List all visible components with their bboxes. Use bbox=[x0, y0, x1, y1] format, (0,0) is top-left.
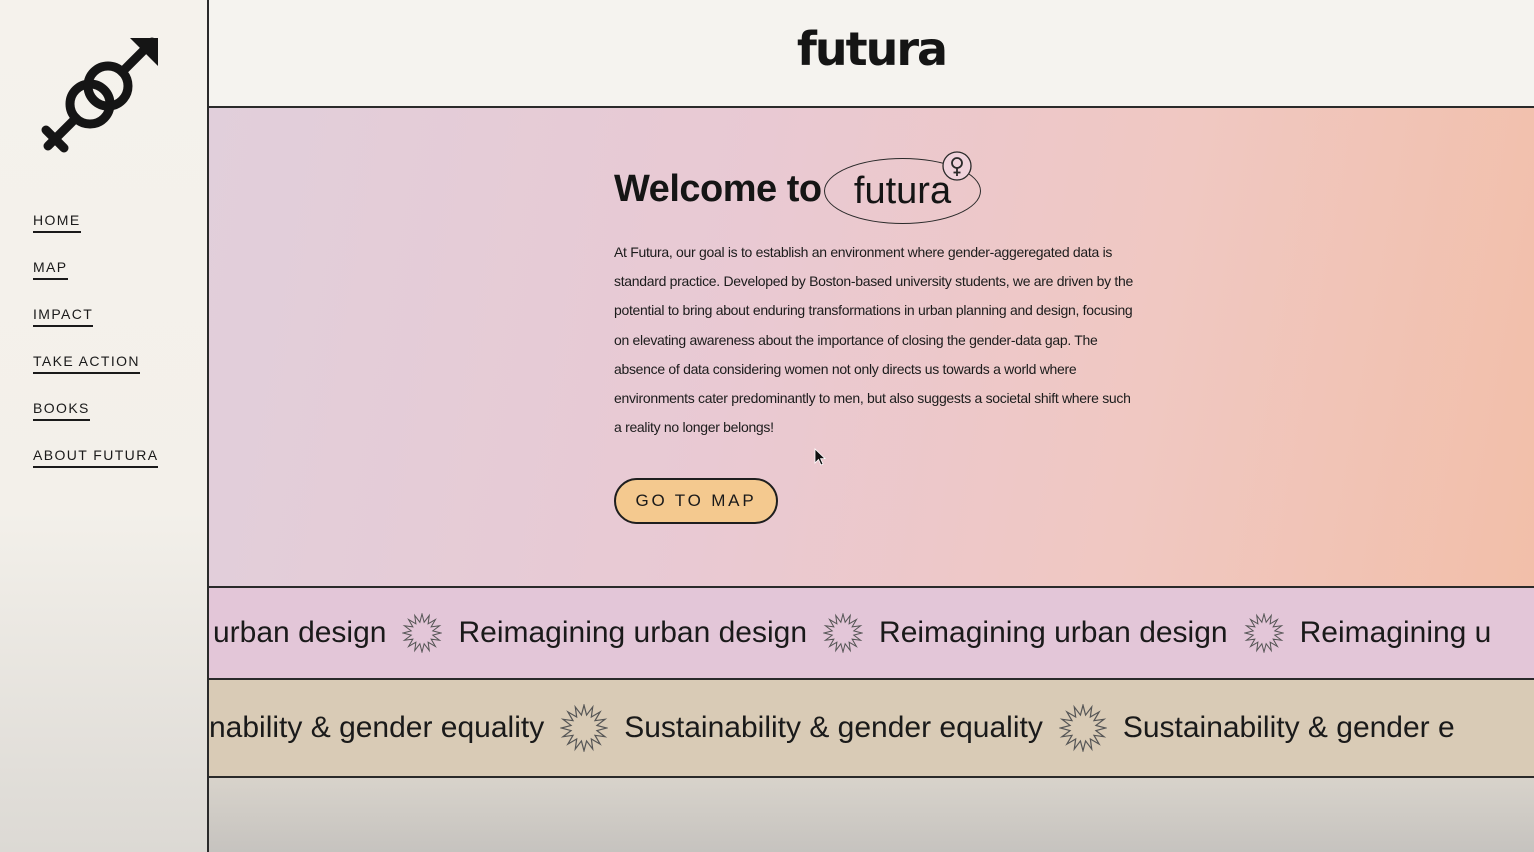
starburst-icon bbox=[560, 704, 609, 752]
nav-map[interactable]: MAP bbox=[33, 259, 68, 280]
starburst-icon bbox=[1243, 613, 1284, 653]
marquee-text: urban design bbox=[213, 616, 387, 649]
intro-paragraph: At Futura, our goal is to establish an e… bbox=[614, 244, 1133, 436]
nav-home[interactable]: HOME bbox=[33, 212, 81, 233]
nav-impact[interactable]: IMPACT bbox=[33, 306, 94, 327]
welcome-heading: Welcome to bbox=[614, 168, 822, 210]
starburst-icon bbox=[402, 613, 443, 653]
marquee-text: Reimagining urban design bbox=[458, 616, 808, 649]
marquee-text: Sustainability & gender equality bbox=[624, 711, 1043, 744]
lower-section bbox=[209, 778, 1534, 852]
marquee-text: Sustainability & gender e bbox=[1122, 711, 1455, 744]
mouse-cursor-icon bbox=[814, 448, 826, 466]
nav-take-action[interactable]: TAKE ACTION bbox=[33, 353, 140, 374]
hero-section: Welcome to futura At Futura, our goal is… bbox=[209, 108, 1534, 588]
marquee-text: nability & gender equality bbox=[209, 711, 545, 744]
go-to-map-button[interactable]: GO TO MAP bbox=[614, 478, 778, 524]
sidebar: HOME MAP IMPACT TAKE ACTION BOOKS ABOUT … bbox=[0, 0, 209, 852]
starburst-icon bbox=[1058, 704, 1107, 752]
female-symbol-icon bbox=[942, 151, 972, 181]
starburst-icon bbox=[823, 613, 864, 653]
marquee-text: Reimagining u bbox=[1299, 616, 1492, 649]
nav-books[interactable]: BOOKS bbox=[33, 400, 90, 421]
marquee-sustainability: nability & gender equality Sustainability… bbox=[209, 680, 1534, 778]
marquee-text: Reimagining urban design bbox=[879, 616, 1228, 649]
main-nav: HOME MAP IMPACT TAKE ACTION BOOKS ABOUT … bbox=[33, 212, 159, 494]
gender-symbol-icon[interactable] bbox=[38, 32, 162, 156]
brand-title[interactable]: futura bbox=[209, 22, 1534, 76]
top-header: futura bbox=[209, 0, 1534, 108]
nav-about-futura[interactable]: ABOUT FUTURA bbox=[33, 447, 159, 468]
marquee-reimagining: urban design Reimagining urban design Reim… bbox=[209, 588, 1534, 680]
